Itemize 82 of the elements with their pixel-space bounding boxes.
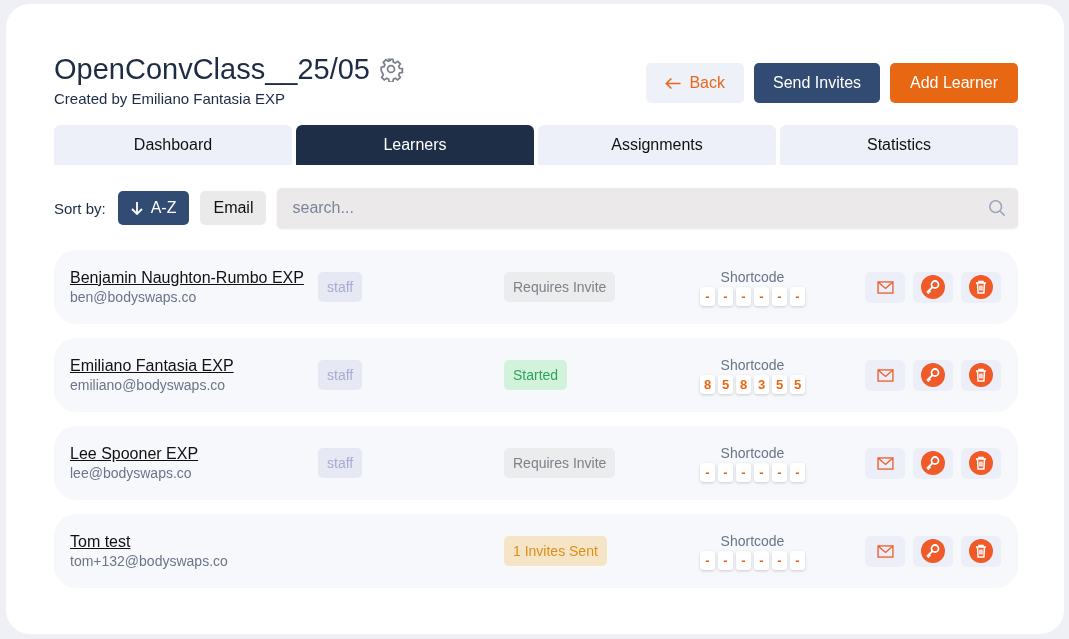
send-invites-button[interactable]: Send Invites — [754, 63, 880, 103]
status-tag: Requires Invite — [504, 448, 616, 478]
role-tag: staff — [318, 448, 363, 478]
shortcode-digit: - — [754, 462, 769, 482]
shortcode-digit: - — [736, 286, 751, 306]
shortcode-digit: 8 — [700, 374, 715, 394]
reset-key-button[interactable] — [913, 447, 953, 479]
shortcode-digit: 8 — [736, 374, 751, 394]
envelope-icon — [876, 544, 894, 558]
shortcode-digit: - — [754, 550, 769, 570]
shortcode-digit: - — [754, 286, 769, 306]
reset-key-button[interactable] — [913, 535, 953, 567]
envelope-icon — [876, 368, 894, 382]
shortcode-digit: - — [700, 286, 715, 306]
search-field[interactable]: search... — [277, 188, 1018, 228]
envelope-icon — [876, 456, 894, 470]
shortcode-digit: - — [736, 462, 751, 482]
learner-email: tom+132@bodyswaps.co — [70, 553, 229, 569]
trash-icon — [969, 539, 993, 563]
key-icon — [921, 363, 945, 387]
status-tag: 1 Invites Sent — [504, 536, 607, 566]
status-tag: Requires Invite — [504, 272, 616, 302]
sort-option[interactable]: A-Z — [117, 191, 190, 225]
key-icon — [921, 539, 945, 563]
shortcode-digit: - — [790, 286, 805, 306]
shortcode-digit: - — [700, 550, 715, 570]
shortcode-digit: - — [772, 286, 787, 306]
shortcode-label: Shortcode — [720, 268, 785, 285]
shortcode-digit: - — [736, 550, 751, 570]
trash-icon — [969, 451, 993, 475]
key-icon — [921, 275, 945, 299]
shortcode-label: Shortcode — [720, 444, 785, 461]
learner-email: ben@bodyswaps.co — [70, 289, 198, 305]
tab[interactable]: Dashboard — [54, 125, 292, 165]
settings-icon[interactable] — [378, 56, 404, 82]
key-icon — [921, 451, 945, 475]
search-icon — [988, 199, 1006, 217]
shortcode-digit: 5 — [718, 374, 733, 394]
reset-key-button[interactable] — [913, 271, 953, 303]
learner-email: lee@bodyswaps.co — [70, 465, 193, 481]
created-by-text: Created by Emiliano Fantasia EXP — [54, 90, 286, 107]
learner-name-link[interactable]: Benjamin Naughton-Rumbo EXP — [70, 269, 318, 287]
learner-email: emiliano@bodyswaps.co — [70, 377, 227, 393]
tab[interactable]: Assignments — [538, 125, 776, 165]
learner-name-link[interactable]: Lee Spooner EXP — [70, 445, 318, 463]
arrow-down-icon — [130, 201, 143, 215]
shortcode-label: Shortcode — [720, 532, 785, 549]
shortcode-digit: 3 — [754, 374, 769, 394]
status-tag: Started — [504, 360, 568, 390]
class-title: OpenConvClass__25/05 — [54, 52, 370, 87]
sort-option[interactable]: Email — [200, 191, 267, 225]
arrow-left-icon — [665, 76, 682, 90]
delete-button[interactable] — [961, 271, 1001, 303]
shortcode-digit: - — [718, 462, 733, 482]
delete-button[interactable] — [961, 535, 1001, 567]
shortcode-digit: - — [790, 550, 805, 570]
reset-key-button[interactable] — [913, 359, 953, 391]
shortcode-digit: - — [772, 550, 787, 570]
shortcode-digit: - — [772, 462, 787, 482]
shortcode-label: Shortcode — [720, 356, 785, 373]
shortcode-digit: - — [718, 550, 733, 570]
trash-icon — [969, 275, 993, 299]
tab[interactable]: Learners — [296, 125, 534, 165]
shortcode-digit: - — [790, 462, 805, 482]
email-button[interactable] — [865, 359, 905, 391]
tab[interactable]: Statistics — [780, 125, 1018, 165]
shortcode-digit: 5 — [790, 374, 805, 394]
shortcode-digit: 5 — [772, 374, 787, 394]
email-button[interactable] — [865, 535, 905, 567]
envelope-icon — [876, 280, 894, 294]
learner-name-link[interactable]: Emiliano Fantasia EXP — [70, 357, 318, 375]
shortcode-digit: - — [718, 286, 733, 306]
sort-label: Sort by: — [54, 199, 106, 217]
role-tag: staff — [318, 360, 363, 390]
role-tag: staff — [318, 272, 363, 302]
shortcode-digit: - — [700, 462, 715, 482]
learner-name-link[interactable]: Tom test — [70, 533, 318, 551]
email-button[interactable] — [865, 447, 905, 479]
delete-button[interactable] — [961, 447, 1001, 479]
trash-icon — [969, 363, 993, 387]
email-button[interactable] — [865, 271, 905, 303]
delete-button[interactable] — [961, 359, 1001, 391]
